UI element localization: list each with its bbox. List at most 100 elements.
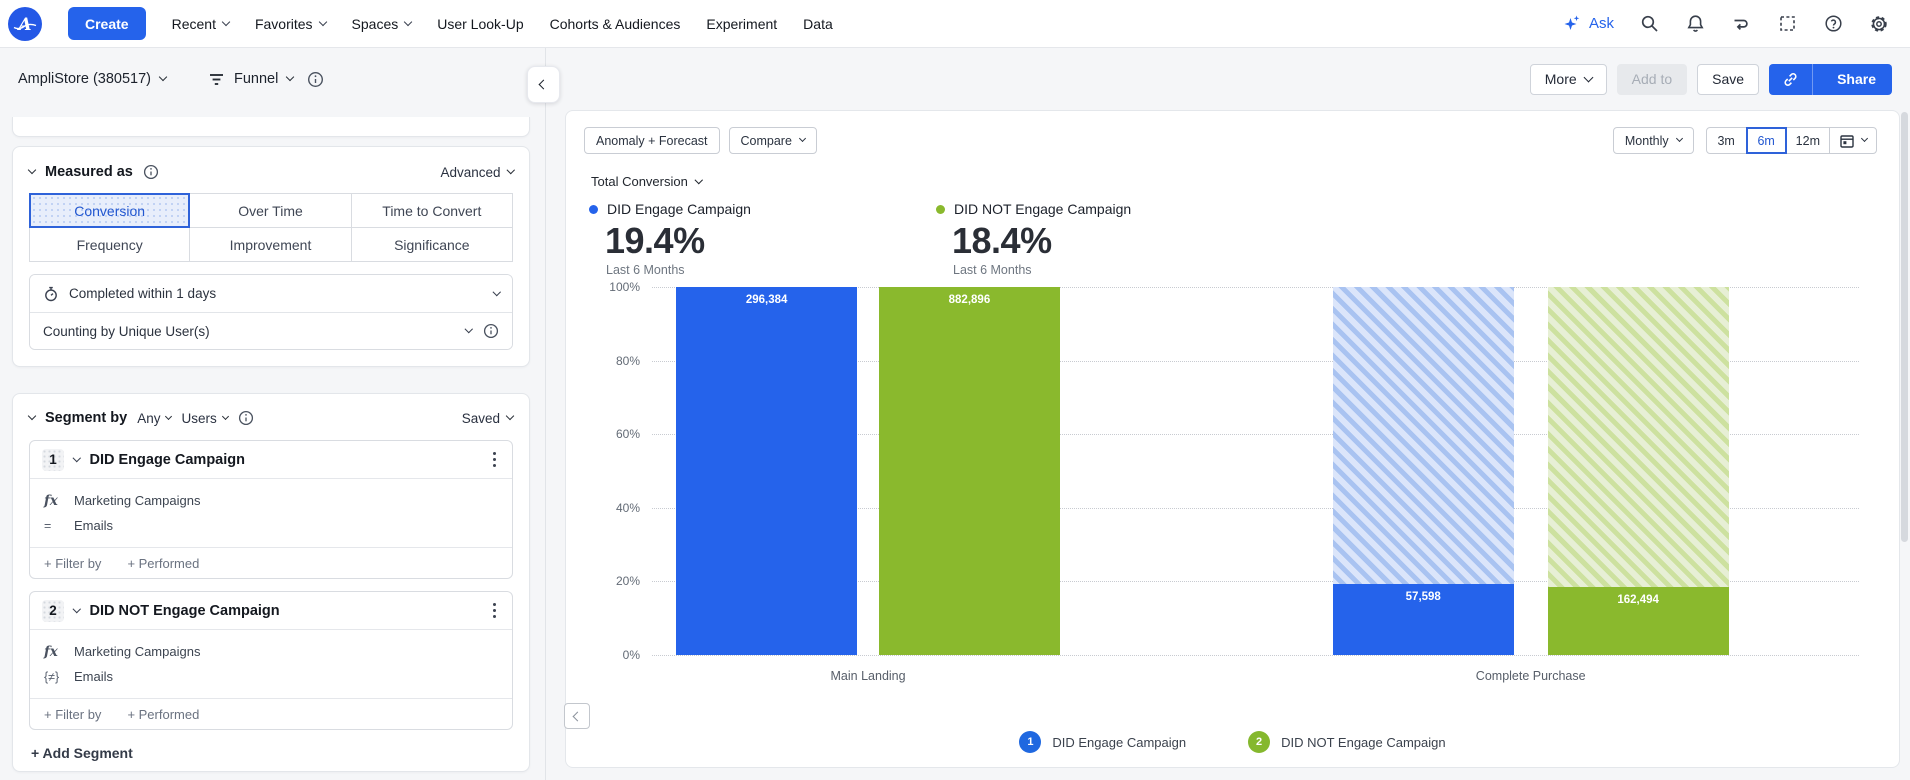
link-icon [1784,72,1797,86]
segment-menu-icon[interactable] [489,599,500,622]
segment-value-row[interactable]: = Emails [44,513,500,538]
funnel-bar[interactable]: 296,384 [676,287,858,655]
notifications-bell-icon[interactable] [1684,13,1706,35]
add-performed-button[interactable]: + Performed [127,556,199,571]
series-color-dot [589,204,598,214]
option-frequency[interactable]: Frequency [29,227,191,262]
segment-name[interactable]: DID Engage Campaign [90,452,246,468]
collapse-segment-icon[interactable] [72,453,81,462]
add-filter-button[interactable]: + Filter by [44,707,101,722]
more-button[interactable]: More [1529,63,1607,95]
metric-value: 19.4% [605,220,705,261]
add-filter-button[interactable]: + Filter by [44,556,101,571]
project-name: AmpliStore (380517) [18,71,151,87]
search-icon[interactable] [1638,13,1660,35]
range-12m[interactable]: 12m [1785,127,1830,154]
add-performed-button[interactable]: + Performed [127,707,199,722]
any-dropdown[interactable]: Any [137,411,173,426]
collapse-section-icon[interactable] [27,411,37,421]
range-3m[interactable]: 3m [1705,127,1747,154]
compare-button[interactable]: Compare [728,127,817,154]
chart-type-label: Funnel [234,71,279,87]
counting-by-dropdown[interactable]: Counting by Unique User(s) [30,312,512,349]
interval-label: Monthly [1624,133,1669,148]
metric-series-name: DID Engage Campaign [607,201,751,217]
counting-by-info-icon[interactable] [483,323,499,339]
metric-type-dropdown[interactable]: Total Conversion [591,174,703,189]
step-label: Main Landing [830,669,906,683]
segment-by-info-icon[interactable] [238,410,254,426]
nav-item-data[interactable]: Data [803,16,833,32]
range-6m[interactable]: 6m [1745,127,1787,154]
collapse-chart-panel-button[interactable] [564,703,590,729]
option-time-to-convert[interactable]: Time to Convert [350,193,513,228]
save-button[interactable]: Save [1697,63,1760,95]
legend-series-badge: 1 [1019,731,1042,753]
chevron-down-icon [318,17,327,26]
nav-item-user-look-up[interactable]: User Look-Up [437,16,523,32]
option-conversion[interactable]: Conversion [29,193,191,228]
nav-item-spaces[interactable]: Spaces [352,16,413,32]
collapse-section-icon[interactable] [27,165,37,175]
chevron-down-icon [798,134,806,143]
help-icon[interactable] [1822,13,1844,35]
copy-link-button[interactable] [1769,63,1814,95]
journeys-route-icon[interactable] [1730,13,1752,35]
anomaly-forecast-button[interactable]: Anomaly + Forecast [584,127,720,154]
chevron-down-icon [505,411,515,421]
nav-item-favorites[interactable]: Favorites [255,16,327,32]
nav-item-cohorts-audiences[interactable]: Cohorts & Audiences [550,16,681,32]
chart-type-selector[interactable]: Funnel [208,71,295,88]
legend-item[interactable]: 1 DID Engage Campaign [1019,731,1186,753]
vertical-scrollbar[interactable] [1901,112,1908,774]
advanced-dropdown[interactable]: Advanced [440,165,515,180]
segment-1-footer: + Filter by + Performed [30,547,512,578]
collapse-sidebar-button[interactable] [527,66,560,103]
settings-gear-icon[interactable] [1868,13,1890,35]
create-button[interactable]: Create [68,7,146,40]
scrollbar-thumb[interactable] [1901,112,1908,542]
nav-item-label: Cohorts & Audiences [549,15,681,32]
segment-property-row[interactable]: fx Marketing Campaigns [44,488,500,513]
toolbar-right: More Add to Save Share [1529,63,1892,95]
step-label: Complete Purchase [1475,669,1586,683]
chevron-down-icon [1860,134,1869,143]
chart-type-info-icon[interactable] [307,71,324,88]
amplitude-logo-icon[interactable]: A [8,6,42,41]
nav-item-experiment[interactable]: Experiment [706,16,777,32]
nav-item-recent[interactable]: Recent [172,16,231,32]
share-button[interactable]: Share [1821,64,1892,95]
operator-label: = [44,518,52,533]
add-to-button[interactable]: Add to [1616,63,1688,95]
option-improvement[interactable]: Improvement [189,227,352,262]
add-to-label: Add to [1631,71,1673,87]
select-region-icon[interactable] [1776,13,1798,35]
measured-as-info-icon[interactable] [143,164,159,180]
segment-by-card: Segment by Any Users Saved 1 DID Engage … [12,393,530,772]
query-sidebar: Measured as Advanced Conversion Over Tim… [12,117,530,780]
collapse-segment-icon[interactable] [72,604,81,613]
project-selector[interactable]: AmpliStore (380517) [18,71,168,87]
completed-within-dropdown[interactable]: Completed within 1 days [30,275,512,312]
segment-name[interactable]: DID NOT Engage Campaign [90,603,280,619]
custom-date-range[interactable] [1829,127,1877,154]
option-significance[interactable]: Significance [350,227,513,262]
interval-dropdown[interactable]: Monthly [1612,127,1694,154]
bar-count-label: 296,384 [745,294,788,306]
funnel-bar[interactable]: 162,494 [1547,587,1729,655]
option-over-time[interactable]: Over Time [189,193,352,228]
chart-legend: 1 DID Engage Campaign 2 DID NOT Engage Camp… [566,731,1899,753]
users-dropdown[interactable]: Users [181,411,229,426]
legend-item[interactable]: 2 DID NOT Engage Campaign [1248,731,1446,753]
chevron-down-icon [694,175,703,184]
segment-property-row[interactable]: fx Marketing Campaigns [44,639,500,664]
top-navigation: A Create Recent Favorites Spaces User Lo… [0,0,1910,48]
segment-menu-icon[interactable] [489,448,500,471]
add-segment-button[interactable]: + Add Segment [29,745,513,761]
saved-dropdown[interactable]: Saved [462,411,515,426]
calendar-icon [1840,134,1854,148]
funnel-bar[interactable]: 57,598 [1332,583,1514,655]
ask-ai-button[interactable]: Ask [1563,14,1614,33]
funnel-bar[interactable]: 882,896 [878,287,1060,655]
segment-value-row[interactable]: {≠} Emails [44,664,500,689]
